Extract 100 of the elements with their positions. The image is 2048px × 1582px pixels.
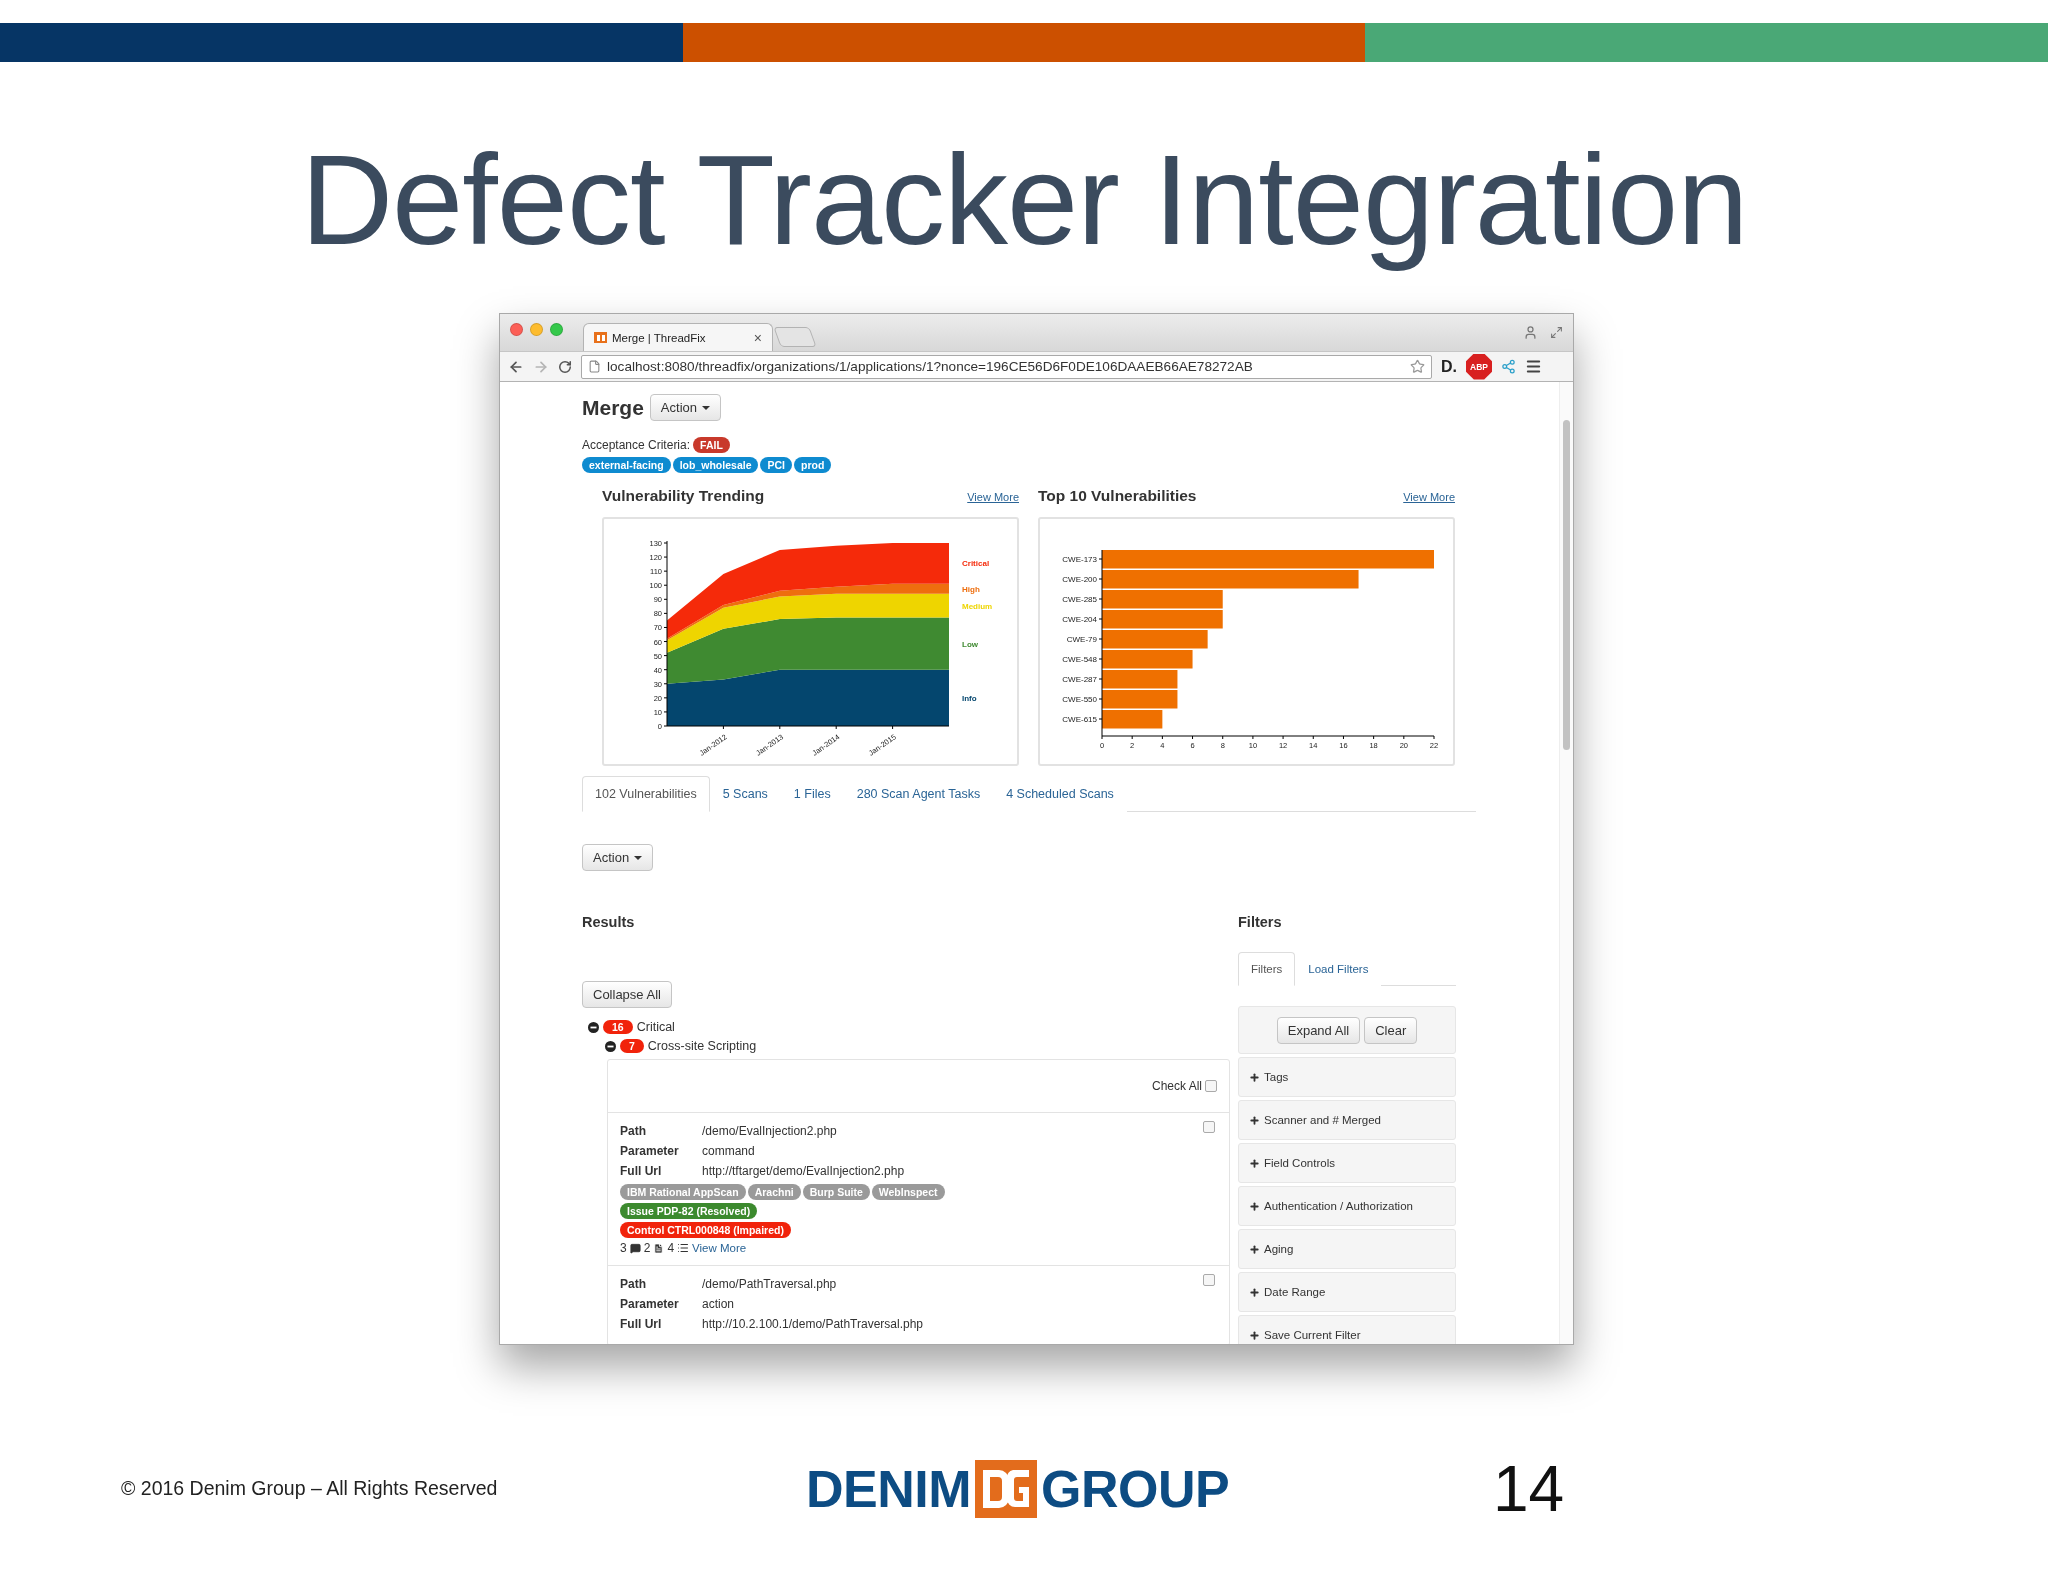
legend-label: Low [962,639,978,649]
tab-close-button[interactable]: × [753,330,762,345]
count-badge: 7 [620,1039,644,1053]
maximize-button[interactable] [550,323,563,336]
logo-text: GROUP [1041,1458,1230,1519]
issue-badge: Issue PDP-82 (Resolved) [620,1203,758,1219]
close-button[interactable] [510,323,523,336]
address-field[interactable]: localhost:8080/threadfix/organizations/1/applications/1?nonce=196CE56D6F0DE106DAAEB66AE78272AB [581,354,1432,379]
field-label: Full Url [620,1164,663,1178]
scanner-tag: Arachni [747,1184,801,1200]
legend-label: Info [962,693,977,703]
reload-icon[interactable] [558,359,572,374]
view-more-link[interactable]: View More [692,1242,747,1254]
field-value: http://10.2.100.1/demo/PathTraversal.php [702,1317,924,1331]
menu-icon[interactable] [1525,358,1542,375]
filter-button[interactable]: Expand All [1276,1016,1361,1044]
scrollbar[interactable] [1559,382,1573,1344]
filter-section[interactable]: Authentication / Authorization [1238,1186,1456,1226]
comment-icon [629,1242,641,1254]
bar [1102,710,1163,729]
category-label: CWE-200 [1062,575,1097,584]
filter-button[interactable]: Clear [1364,1016,1418,1044]
action-button[interactable]: Action [582,844,654,871]
group-label[interactable]: Cross-site Scripting [647,1039,757,1053]
checkbox[interactable] [1205,1080,1217,1092]
legend-label: High [962,584,980,594]
tab-title: Merge | ThreadFix [612,331,707,344]
scanner-tag: WebInspect [871,1184,945,1200]
new-tab-button[interactable] [773,327,817,347]
count-text: 3 [620,1241,627,1255]
field-value: action [702,1297,735,1311]
legend-label: Medium [962,601,993,611]
filters-heading: Filters [1238,914,1283,930]
caret-icon [702,405,710,410]
group-label[interactable]: Critical [636,1020,675,1034]
plus-icon [1249,1243,1260,1255]
results-heading: Results [582,914,636,930]
filter-section[interactable]: Tags [1238,1057,1456,1097]
file-icon [653,1242,665,1254]
tab[interactable]: Filters [1238,952,1296,986]
page-number: 14 [1493,1451,1565,1526]
count-text: 4 [667,1241,675,1255]
field-label: Path [620,1277,647,1291]
legend-label: Critical [962,559,990,569]
star-icon[interactable] [1410,359,1425,374]
collapse-icon[interactable] [605,1040,616,1052]
check-all-label: Check All [1151,1079,1202,1093]
view-more-link[interactable]: View More [967,491,1019,503]
status-badge: FAIL [693,437,730,453]
category-label: CWE-79 [1066,635,1097,644]
tab[interactable]: 102 Vulnerabilities [582,776,710,812]
tag[interactable]: lob_wholesale [672,457,759,473]
category-label: CWE-548 [1062,655,1097,664]
plus-icon [1249,1071,1260,1083]
category-label: CWE-173 [1062,555,1097,564]
tag[interactable]: external-facing [582,457,671,473]
page-title: Merge [582,395,644,420]
category-label: CWE-287 [1062,675,1097,684]
checkbox[interactable] [1203,1121,1215,1133]
field-value: /demo/PathTraversal.php [702,1277,837,1291]
count-badge: 16 [603,1020,633,1034]
minimize-button[interactable] [530,323,543,336]
filter-section[interactable]: Scanner and # Merged [1238,1100,1456,1140]
acceptance-label: Acceptance Criteria: [582,438,691,452]
view-more-link[interactable]: View More [1403,491,1455,503]
scanner-tag: Burp Suite [802,1184,870,1200]
browser-tab[interactable]: Merge | ThreadFix × [583,323,773,351]
logo-text: DENIM [806,1458,972,1519]
category-label: CWE-204 [1062,615,1097,624]
adblock-button[interactable]: ABP [1466,353,1492,380]
filter-section[interactable]: Date Range [1238,1272,1456,1312]
plus-icon [1249,1200,1260,1212]
field-label: Parameter [620,1144,680,1158]
scanner-tag: IBM Rational AppScan [620,1184,746,1200]
checkbox[interactable] [1203,1274,1215,1286]
field-label: Parameter [620,1297,680,1311]
collapse-all-button[interactable]: Collapse All [582,981,672,1008]
field-label: Full Url [620,1317,663,1331]
field-value: http://tftarget/demo/EvalInjection2.php [702,1164,905,1178]
plus-icon [1249,1114,1260,1126]
count-text: 2 [643,1241,651,1255]
tag[interactable]: prod [794,457,832,473]
filter-section[interactable]: Aging [1238,1229,1456,1269]
favicon-icon [594,332,607,343]
action-button[interactable]: Action [649,394,721,421]
filter-section[interactable]: Save Current Filter [1238,1315,1456,1344]
tag[interactable]: PCI [760,457,792,473]
field-value: command [702,1144,755,1158]
nodes-icon[interactable] [1501,359,1516,374]
page-icon [588,360,601,373]
collapse-icon[interactable] [588,1021,599,1033]
extension-button[interactable]: D. [1441,357,1457,376]
user-icon[interactable] [1523,325,1538,340]
scroll-thumb[interactable] [1563,420,1570,750]
slide-title: Defect Tracker Integration [300,127,1748,274]
filter-section[interactable]: Field Controls [1238,1143,1456,1183]
chart-heading: Vulnerability Trending [602,487,765,505]
fullscreen-icon[interactable] [1550,326,1563,339]
copyright-text: © 2016 Denim Group – All Rights Reserved [121,1477,499,1500]
category-label: CWE-550 [1062,695,1097,704]
